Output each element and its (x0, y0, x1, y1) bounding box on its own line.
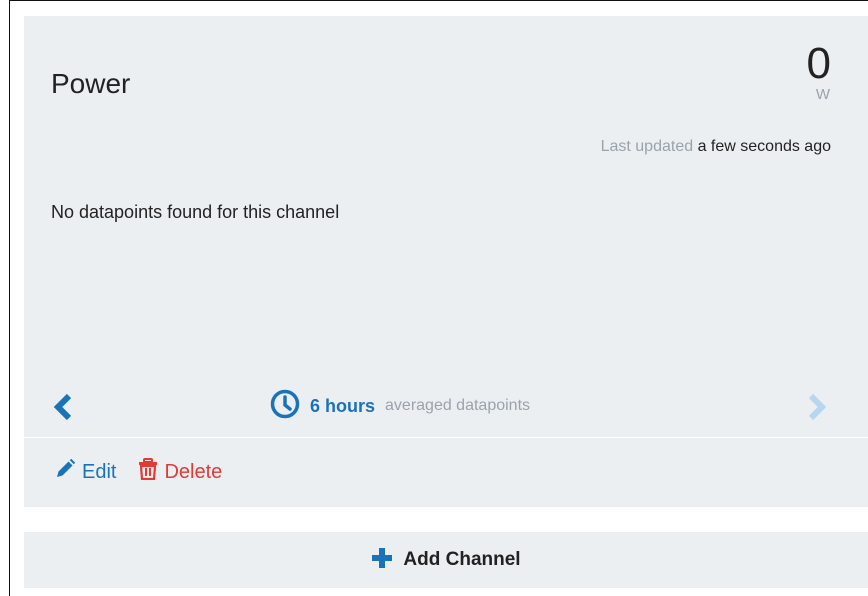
trash-icon (138, 458, 158, 486)
channel-current-value: 0 (806, 39, 831, 88)
time-range-selector[interactable]: 6 hours (310, 396, 375, 417)
delete-label: Delete (164, 460, 223, 483)
delete-button[interactable]: Delete (138, 458, 222, 486)
add-channel-label: Add Channel (403, 549, 521, 570)
next-range-button[interactable] (804, 392, 830, 422)
channel-actions: Edit Delete (54, 458, 222, 486)
empty-state-message: No datapoints found for this channel (51, 202, 340, 222)
channel-card: Power 0 W Last updated a few seconds ago… (24, 16, 868, 507)
channel-title: Power (51, 68, 131, 99)
chevron-left-icon (53, 393, 72, 421)
clock-icon (270, 389, 300, 424)
last-updated: Last updated a few seconds ago (601, 138, 831, 156)
window-top-border (9, 0, 868, 1)
page: Power 0 W Last updated a few seconds ago… (0, 0, 868, 596)
time-range-description: averaged datapoints (385, 397, 531, 414)
previous-range-button[interactable] (50, 392, 76, 422)
last-updated-value: a few seconds ago (697, 138, 831, 155)
edit-button[interactable]: Edit (54, 458, 116, 486)
card-divider (24, 437, 868, 438)
time-range: 6 hours averaged datapoints (270, 389, 531, 424)
channel-unit: W (815, 86, 830, 103)
edit-label: Edit (82, 460, 117, 483)
chevron-right-icon (808, 393, 827, 421)
last-updated-label: Last updated (600, 138, 694, 155)
window-left-border (9, 0, 10, 596)
plus-icon (371, 547, 393, 574)
add-channel-button[interactable]: Add Channel (24, 532, 868, 588)
pencil-icon (54, 458, 76, 486)
